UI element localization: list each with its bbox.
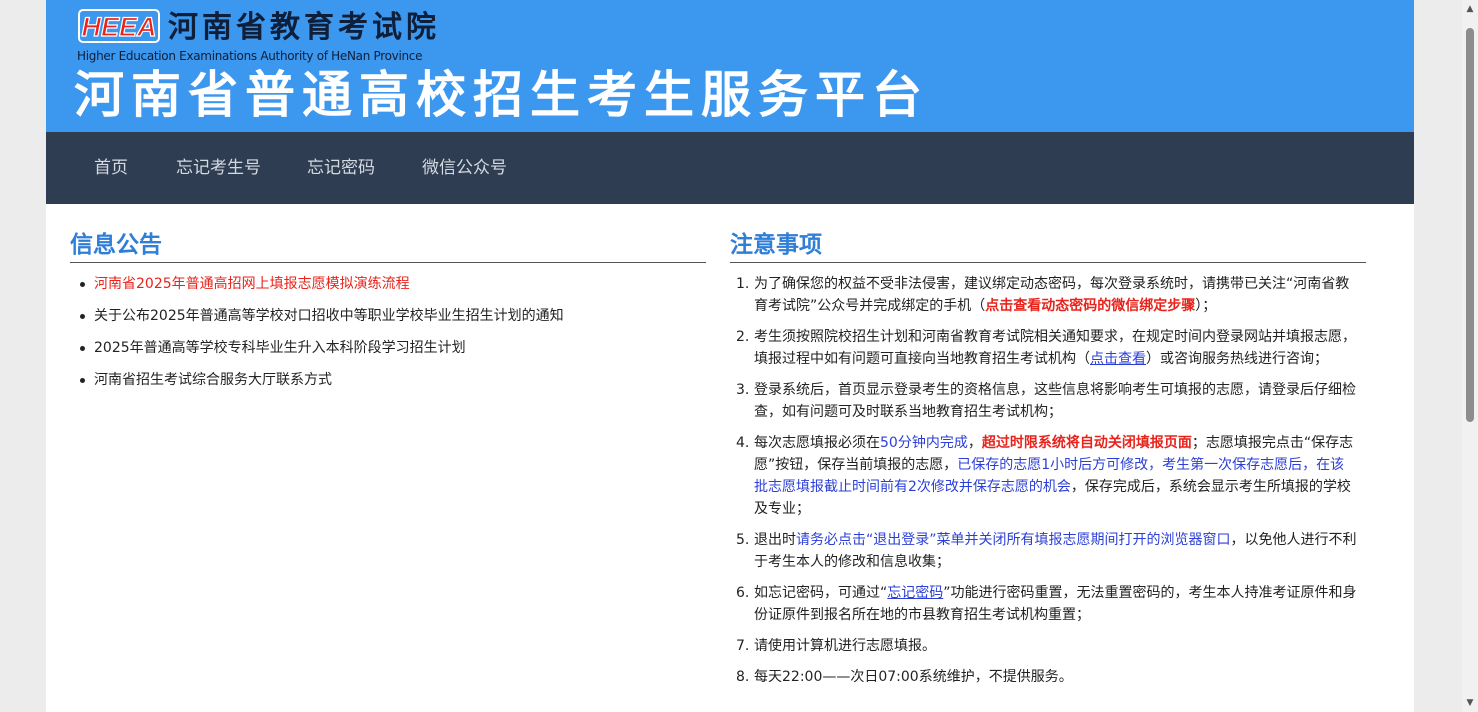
notice-text[interactable]: 点击查看动态密码的微信绑定步骤 (985, 298, 1195, 314)
notices-section: 注意事项 1. 为了确保您的权益不受非法侵害，建议绑定动态密码，每次登录系统时，请… (730, 228, 1366, 697)
announcements-list: 河南省2025年普通高招网上填报志愿模拟演练流程关于公布2025年普通高等学校对… (70, 271, 706, 399)
logo-text: HEEA (81, 12, 156, 42)
notice-text: 退出时 (754, 532, 796, 548)
notice-link[interactable]: 忘记密码 (887, 585, 943, 601)
notice-item: 3. 登录系统后，首页显示登录考生的资格信息，这些信息将影响考生可填报的志愿，请登… (730, 379, 1366, 423)
notice-item: 1. 为了确保您的权益不受非法侵害，建议绑定动态密码，每次登录系统时，请携带已关注… (730, 273, 1366, 317)
announcement-item: 河南省2025年普通高招网上填报志愿模拟演练流程 (70, 271, 706, 303)
page: HEEA 河南省教育考试院 Higher Education Examinati… (46, 0, 1414, 712)
announcement-link[interactable]: 河南省招生考试综合服务大厅联系方式 (94, 372, 332, 388)
scroll-thumb[interactable] (1466, 28, 1474, 422)
nav-forgot-password[interactable]: 忘记密码 (307, 156, 375, 180)
notice-number: 7. (736, 638, 750, 654)
notice-number: 5. (736, 532, 750, 548)
announcement-item: 河南省招生考试综合服务大厅联系方式 (70, 367, 706, 399)
announcement-item: 2025年普通高等学校专科毕业生升入本科阶段学习招生计划 (70, 335, 706, 367)
notice-text: 请务必点击“退出登录”菜单并关闭所有填报志愿期间打开的浏览器窗口 (796, 532, 1231, 548)
announcement-link[interactable]: 河南省2025年普通高招网上填报志愿模拟演练流程 (94, 276, 410, 292)
announcement-link[interactable]: 2025年普通高等学校专科毕业生升入本科阶段学习招生计划 (94, 340, 466, 356)
notice-text: 每天22:00——次日07:00系统维护，不提供服务。 (754, 669, 1073, 685)
notices-title: 注意事项 (730, 228, 1366, 263)
nav-home[interactable]: 首页 (94, 156, 128, 180)
nav-wechat-account[interactable]: 微信公众号 (422, 156, 507, 180)
notice-text: ）或咨询服务热线进行咨询； (1146, 351, 1328, 367)
main-nav: 首页 忘记考生号 忘记密码 微信公众号 (46, 132, 1414, 204)
notice-item: 8. 每天22:00——次日07:00系统维护，不提供服务。 (730, 666, 1366, 688)
notice-text: 登录系统后，首页显示登录考生的资格信息，这些信息将影响考生可填报的志愿，请登录后… (754, 382, 1356, 420)
scroll-down-arrow-icon[interactable]: ▼ (1465, 698, 1475, 708)
nav-forgot-candidate-number[interactable]: 忘记考生号 (176, 156, 261, 180)
notice-number: 8. (736, 669, 750, 685)
notice-number: 3. (736, 382, 750, 398)
notice-text: ）； (1195, 298, 1217, 314)
notice-item: 4. 每次志愿填报必须在50分钟内完成，超过时限系统将自动关闭填报页面；志愿填报完… (730, 432, 1366, 520)
notice-text: 如忘记密码，可通过“ (754, 585, 888, 601)
announcement-item: 关于公布2025年普通高等学校对口招收中等职业学校毕业生招生计划的通知 (70, 303, 706, 335)
notice-link[interactable]: 点击查看 (1090, 351, 1146, 367)
scroll-up-arrow-icon[interactable]: ▲ (1465, 4, 1475, 14)
notice-text[interactable]: 超过时限系统将自动关闭填报页面 (982, 435, 1192, 451)
org-name-cn: 河南省教育考试院 (168, 10, 440, 45)
announcements-section: 信息公告 河南省2025年普通高招网上填报志愿模拟演练流程关于公布2025年普通… (70, 228, 706, 399)
notice-item: 2. 考生须按照院校招生计划和河南省教育考试院相关通知要求，在规定时间内登录网站并… (730, 326, 1366, 370)
notice-text: 每次志愿填报必须在 (754, 435, 880, 451)
notice-text: ， (967, 435, 982, 451)
announcements-title: 信息公告 (70, 228, 706, 263)
notice-number: 1. (736, 276, 750, 292)
notice-item: 5. 退出时请务必点击“退出登录”菜单并关闭所有填报志愿期间打开的浏览器窗口，以免… (730, 529, 1366, 573)
site-title: 河南省普通高校招生考生服务平台 (74, 66, 929, 124)
announcement-link[interactable]: 关于公布2025年普通高等学校对口招收中等职业学校毕业生招生计划的通知 (94, 308, 564, 324)
notice-item: 6. 如忘记密码，可通过“忘记密码”功能进行密码重置，无法重置密码的，考生本人持准… (730, 582, 1366, 626)
notice-number: 6. (736, 585, 750, 601)
heea-logo: HEEA (78, 9, 160, 43)
notice-text: 请使用计算机进行志愿填报。 (754, 638, 936, 654)
notice-item: 7. 请使用计算机进行志愿填报。 (730, 635, 1366, 657)
header-banner: HEEA 河南省教育考试院 Higher Education Examinati… (46, 0, 1414, 132)
scrollbar[interactable]: ▲ ▼ (1462, 0, 1478, 712)
notice-number: 2. (736, 329, 750, 345)
notice-number: 4. (736, 435, 750, 451)
notice-text: 50分钟内完成 (880, 435, 968, 451)
notices-list: 1. 为了确保您的权益不受非法侵害，建议绑定动态密码，每次登录系统时，请携带已关注… (730, 273, 1366, 688)
org-name-en: Higher Education Examinations Authority … (77, 49, 423, 63)
